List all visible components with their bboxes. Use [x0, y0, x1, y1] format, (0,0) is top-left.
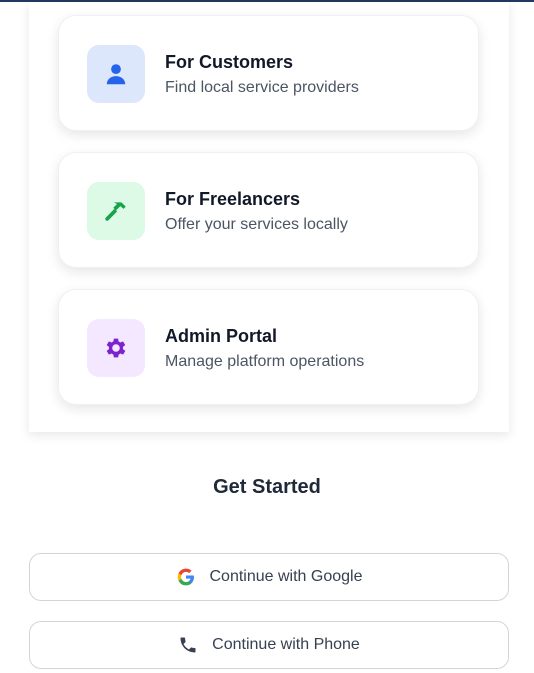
- role-card-admin[interactable]: Admin Portal Manage platform operations: [58, 289, 479, 405]
- get-started-heading: Get Started: [213, 476, 321, 498]
- gear-icon: [106, 338, 126, 358]
- customers-icon-box: [87, 45, 145, 103]
- continue-with-phone-button[interactable]: Continue with Phone: [29, 621, 509, 669]
- freelancers-icon-box: [87, 182, 145, 240]
- admin-icon-box: [87, 319, 145, 377]
- google-icon: [176, 567, 196, 587]
- role-card-freelancers[interactable]: For Freelancers Offer your services loca…: [58, 152, 479, 268]
- hammer-icon: [105, 202, 126, 221]
- card-subtitle: Manage platform operations: [165, 353, 365, 370]
- card-subtitle: Find local service providers: [165, 79, 359, 96]
- card-title: For Freelancers: [165, 189, 301, 209]
- google-button-label: Continue with Google: [209, 568, 363, 585]
- phone-button-label: Continue with Phone: [212, 636, 360, 653]
- card-subtitle: Offer your services locally: [165, 216, 348, 233]
- phone-icon: [178, 635, 198, 655]
- role-card-customers[interactable]: For Customers Find local service provide…: [58, 15, 479, 131]
- continue-with-google-button[interactable]: Continue with Google: [29, 553, 509, 601]
- card-title: Admin Portal: [165, 326, 278, 346]
- user-icon: [106, 64, 126, 85]
- card-title: For Customers: [165, 52, 294, 72]
